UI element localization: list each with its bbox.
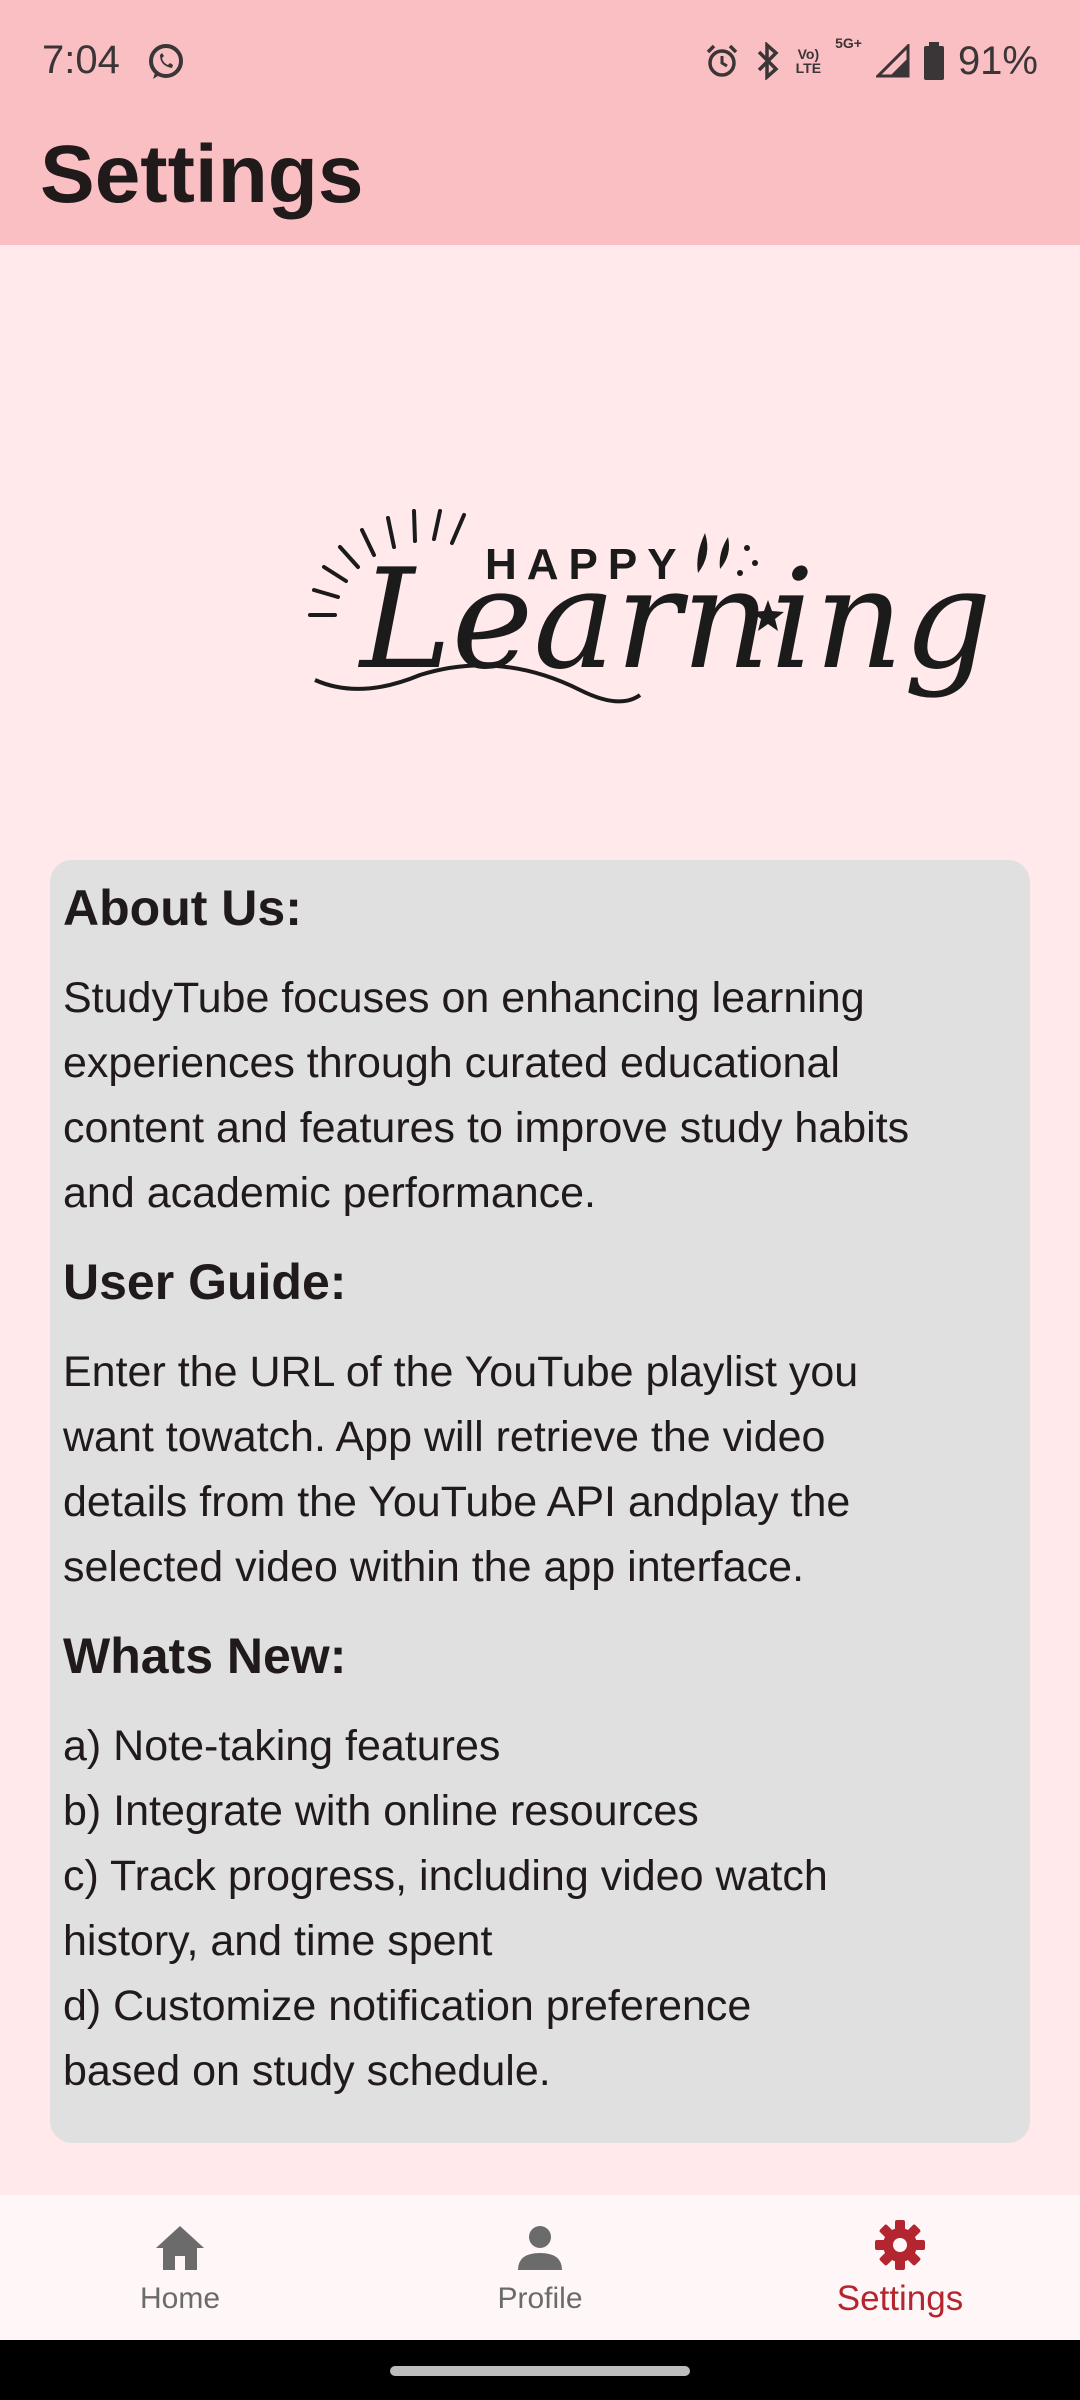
- list-item: b) Integrate with online resources: [63, 1787, 699, 1835]
- settings-content: HAPPY Learning About Us: StudyTube focus…: [0, 245, 1080, 2195]
- list-item: a) Note-taking features: [63, 1722, 501, 1770]
- list-item: c) Track progress, including video watch…: [63, 1852, 828, 1965]
- home-icon: [156, 2225, 204, 2270]
- whatsapp-icon: [149, 44, 183, 79]
- nav-profile-label: Profile: [497, 2281, 583, 2315]
- whats-new-heading: Whats New:: [63, 1628, 347, 1684]
- status-icons: Vo) LTE 5G+ 91%: [704, 36, 1038, 86]
- bottom-navigation: Home Profile Settings: [0, 2195, 1080, 2340]
- gear-icon: [875, 2219, 925, 2270]
- user-guide-heading: User Guide:: [63, 1254, 347, 1310]
- happy-learning-logo: HAPPY Learning: [300, 485, 992, 715]
- about-heading: About Us:: [63, 880, 302, 936]
- whats-new-list: a) Note-taking features b) Integrate wit…: [63, 1714, 1023, 2104]
- info-card: About Us: StudyTube focuses on enhancing…: [50, 860, 1030, 2143]
- page-title: Settings: [40, 129, 364, 220]
- about-body: StudyTube focuses on enhancing learning …: [63, 974, 910, 1217]
- list-item: d) Customize notification preference bas…: [63, 1982, 752, 2095]
- nav-home-label: Home: [139, 2281, 221, 2315]
- gesture-handle[interactable]: [390, 2366, 690, 2376]
- nav-settings-label: Settings: [836, 2278, 964, 2318]
- alarm-icon: [706, 44, 737, 77]
- nav-settings[interactable]: Settings: [720, 2195, 1080, 2340]
- info-card-content: About Us: StudyTube focuses on enhancing…: [63, 878, 1023, 2104]
- network-type: 5G+: [835, 35, 862, 51]
- status-time: 7:04: [42, 38, 120, 82]
- person-icon: [518, 2225, 562, 2270]
- status-bar: 7:04 Vo) LTE 5G+ 91%: [0, 0, 1080, 125]
- battery-percentage: 91%: [957, 38, 1038, 83]
- signal-icon: [875, 44, 910, 78]
- nav-home[interactable]: Home: [0, 2195, 360, 2340]
- bluetooth-icon: [757, 42, 779, 80]
- system-gesture-bar: [0, 2340, 1080, 2400]
- user-guide-body: Enter the URL of the YouTube playlist yo…: [63, 1348, 859, 1591]
- logo-learning-text: Learning: [360, 539, 992, 700]
- nav-profile[interactable]: Profile: [360, 2195, 720, 2340]
- battery-icon: [923, 42, 944, 80]
- volte-indicator: Vo) LTE: [795, 46, 822, 76]
